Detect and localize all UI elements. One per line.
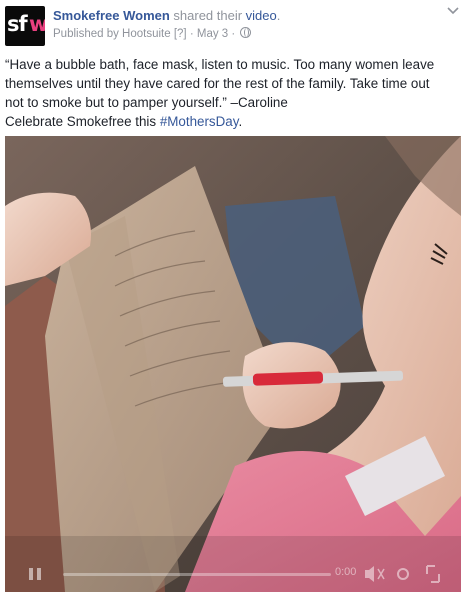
hashtag-link[interactable]: #MothersDay (160, 114, 239, 129)
header-period: . (276, 8, 281, 23)
globe-icon (240, 27, 252, 38)
celebrate-line: Celebrate Smokefree this #MothersDay. (5, 112, 460, 131)
hashtag-period: . (238, 114, 243, 129)
post-header: Smokefree Women shared their video. (53, 8, 280, 23)
progress-track[interactable] (63, 573, 331, 576)
published-by: Published by Hootsuite (53, 28, 171, 40)
video-link[interactable]: video (246, 8, 277, 23)
volume-icon[interactable] (365, 566, 385, 582)
shared-action-text: shared their (169, 8, 246, 23)
post-body: “Have a bubble bath, face mask, listen t… (5, 55, 460, 131)
avatar-accent-letter: w (29, 12, 45, 36)
page-avatar[interactable]: sf w (5, 6, 45, 46)
post-meta: Published by Hootsuite [?] · May 3 · (53, 27, 252, 40)
post-date[interactable]: · May 3 · (190, 28, 235, 40)
chevron-down-icon[interactable] (446, 6, 460, 16)
play-icon[interactable] (29, 568, 41, 580)
post-card: sf w Smokefree Women shared their video.… (0, 0, 466, 600)
video-time: 0:00 (335, 566, 357, 578)
video-controls-bar (29, 565, 440, 583)
video-frame (5, 136, 461, 592)
help-marker[interactable]: [?] (174, 28, 187, 40)
page-name-link[interactable]: Smokefree Women (53, 8, 170, 23)
video-player[interactable]: 0:00 (5, 136, 461, 592)
post-text-line: “Have a bubble bath, face mask, listen t… (5, 57, 435, 72)
post-text-line: themselves until they have cared for the… (5, 76, 430, 91)
post-text-line: not to smoke but to pamper yourself.” –C… (5, 95, 288, 110)
avatar-letters: sf (7, 12, 28, 36)
celebrate-text: Celebrate Smokefree this (5, 114, 160, 129)
settings-icon[interactable] (397, 568, 409, 580)
video-controls: 0:00 (5, 556, 461, 592)
fullscreen-icon[interactable] (426, 565, 440, 583)
